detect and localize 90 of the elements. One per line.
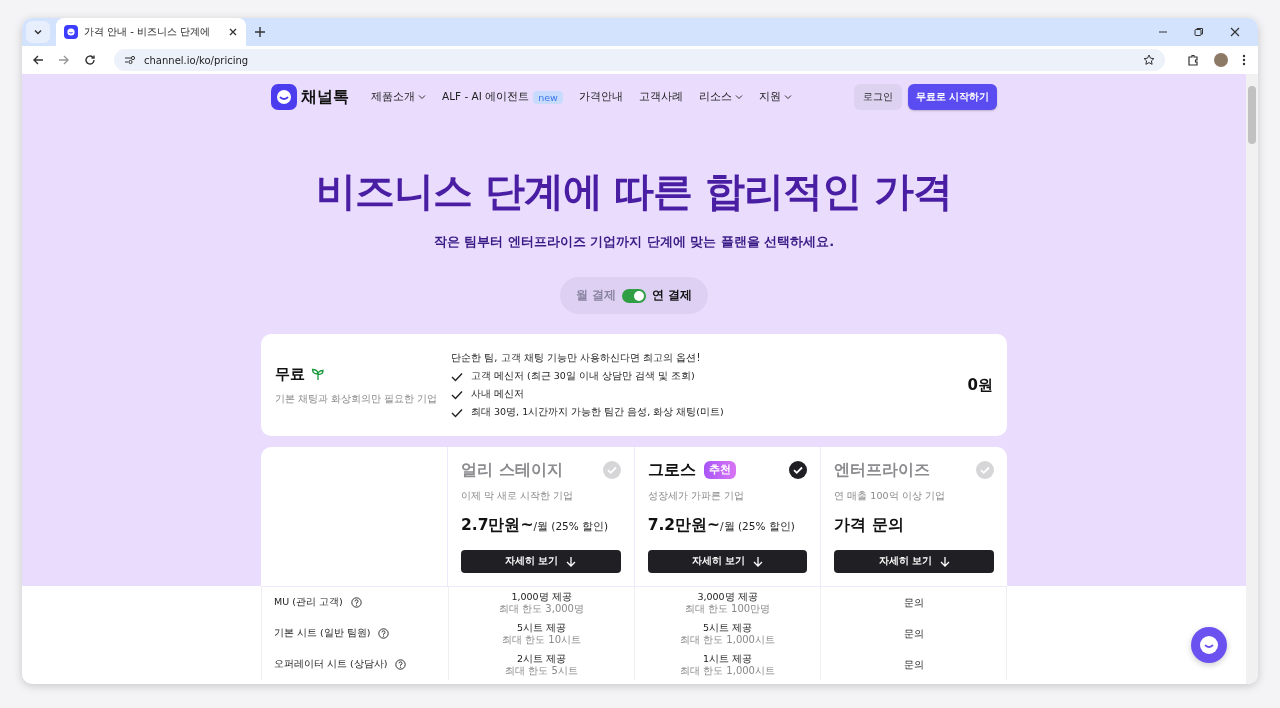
- plan-name: 무료: [275, 364, 305, 384]
- chat-logo-icon: [1199, 635, 1219, 655]
- feature-text: 고객 메신저 (최근 30일 이내 상담만 검색 및 조회): [471, 370, 695, 383]
- plan-price: 2.7만원~: [461, 515, 534, 536]
- arrow-down-icon: [566, 556, 577, 567]
- help-icon[interactable]: [378, 628, 390, 639]
- brand-name[interactable]: 채널톡: [301, 86, 349, 108]
- feature-value: 3,000명 제공: [697, 590, 758, 603]
- nav-link[interactable]: 제품소개: [371, 90, 426, 104]
- chat-button[interactable]: [1191, 627, 1227, 663]
- annual-billing-label[interactable]: 연 결제: [652, 288, 692, 303]
- feature-label: 오퍼레이터 시트 (상담사): [274, 658, 388, 671]
- nav-link[interactable]: ALF - AI 에이전트: [442, 90, 530, 104]
- plan-price: 0원: [967, 375, 993, 395]
- recommended-badge: 추천: [703, 461, 736, 479]
- new-tab-icon[interactable]: [254, 26, 266, 38]
- login-button[interactable]: 로그인: [853, 84, 902, 110]
- plan-name: 엔터프라이즈: [834, 459, 931, 481]
- plan-description: 연 매출 100억 이상 기업: [834, 490, 946, 503]
- feature-text: 사내 메신저: [471, 388, 525, 401]
- billing-switch[interactable]: [622, 288, 646, 303]
- feature-label: 기본 시트 (일반 팀원): [274, 627, 371, 640]
- plan-price: 가격 문의: [834, 515, 904, 536]
- plan-description: 기본 채팅과 화상회의만 필요한 기업: [275, 392, 439, 406]
- start-free-button[interactable]: 무료로 시작하기: [907, 84, 997, 110]
- close-icon[interactable]: [1230, 27, 1240, 37]
- feature-value: 문의: [903, 596, 924, 609]
- arrow-down-icon: [939, 556, 950, 567]
- check-icon: [451, 389, 463, 400]
- check-icon: [451, 371, 463, 382]
- scrollbar[interactable]: [1246, 74, 1258, 684]
- plan-name: 그로스: [647, 459, 696, 481]
- close-icon[interactable]: [228, 27, 238, 37]
- price-period: /월 (25% 할인): [533, 520, 609, 532]
- feature-limit: 최대 한도 1,000시트: [680, 665, 775, 677]
- arrow-down-icon: [753, 556, 764, 567]
- site-settings-icon[interactable]: [124, 54, 136, 66]
- hero-subtitle: 작은 팀부터 엔터프라이즈 기업까지 단계에 맞는 플랜을 선택하세요.: [432, 233, 836, 251]
- feature-label: MU (관리 고객): [274, 596, 343, 609]
- plan-description: 성장세가 가파른 기업: [647, 490, 745, 503]
- feature-value: 2시트 제공: [516, 652, 567, 665]
- plan-price: 7.2만원~: [647, 515, 721, 536]
- feature-value: 문의: [903, 627, 924, 640]
- address-bar[interactable]: channel.io/ko/pricing: [114, 49, 1165, 71]
- feature-value: 5시트 제공: [516, 621, 567, 634]
- chevron-down-icon: [33, 27, 43, 37]
- nav-link[interactable]: 리소스: [698, 90, 743, 104]
- back-icon[interactable]: [32, 54, 44, 66]
- plan-name: 얼리 스테이지: [461, 459, 563, 481]
- sprout-icon: [311, 367, 325, 381]
- feature-value: 1,000명 제공: [511, 590, 572, 603]
- tab-title: 가격 안내 - 비즈니스 단계에: [84, 25, 212, 39]
- reload-icon[interactable]: [84, 54, 96, 66]
- view-details-button[interactable]: 자세히 보기: [461, 550, 621, 573]
- check-circle-icon[interactable]: [976, 461, 994, 479]
- feature-limit: 최대 한도 1,000시트: [680, 634, 775, 646]
- feature-limit: 최대 한도 5시트: [505, 665, 578, 677]
- nav-link[interactable]: 고객사례: [638, 90, 683, 104]
- help-icon[interactable]: [350, 597, 362, 608]
- nav-link[interactable]: 지원: [758, 90, 792, 104]
- chat-logo-icon: [64, 25, 78, 39]
- check-icon: [451, 407, 463, 418]
- extensions-icon[interactable]: [1187, 53, 1200, 67]
- hero-title: 비즈니스 단계에 따른 합리적인 가격: [314, 168, 954, 214]
- forward-icon[interactable]: [58, 54, 70, 66]
- star-icon[interactable]: [1143, 54, 1155, 66]
- feature-value: 5시트 제공: [702, 621, 753, 634]
- plan-headline: 단순한 팀, 고객 채팅 기능만 사용하신다면 최고의 옵션!: [451, 351, 702, 365]
- check-circle-icon[interactable]: [789, 461, 808, 479]
- menu-icon[interactable]: [1242, 54, 1246, 66]
- nav-link[interactable]: 가격안내: [578, 90, 623, 104]
- chat-logo-icon[interactable]: [271, 84, 297, 110]
- feature-limit: 최대 한도 100만명: [684, 603, 771, 615]
- plan-description: 이제 막 새로 시작한 기업: [461, 490, 575, 503]
- view-details-button[interactable]: 자세히 보기: [834, 550, 994, 573]
- feature-limit: 최대 한도 10시트: [501, 634, 582, 646]
- check-circle-icon[interactable]: [602, 461, 621, 479]
- feature-limit: 최대 한도 3,000명: [499, 603, 584, 615]
- feature-text: 최대 30명, 1시간까지 가능한 팀간 음성, 화상 채팅(미트): [471, 406, 724, 419]
- browser-tab[interactable]: 가격 안내 - 비즈니스 단계에: [56, 18, 246, 46]
- url-text: channel.io/ko/pricing: [144, 54, 249, 66]
- help-icon[interactable]: [395, 659, 407, 670]
- restore-icon[interactable]: [1194, 27, 1204, 37]
- new-badge: new: [533, 90, 563, 104]
- feature-value: 1시트 제공: [702, 652, 753, 665]
- feature-value: 문의: [903, 658, 924, 671]
- price-period: /월 (25% 할인): [720, 520, 795, 532]
- view-details-button[interactable]: 자세히 보기: [647, 550, 808, 573]
- tab-search-button[interactable]: [26, 21, 50, 43]
- profile-avatar[interactable]: [1214, 53, 1228, 67]
